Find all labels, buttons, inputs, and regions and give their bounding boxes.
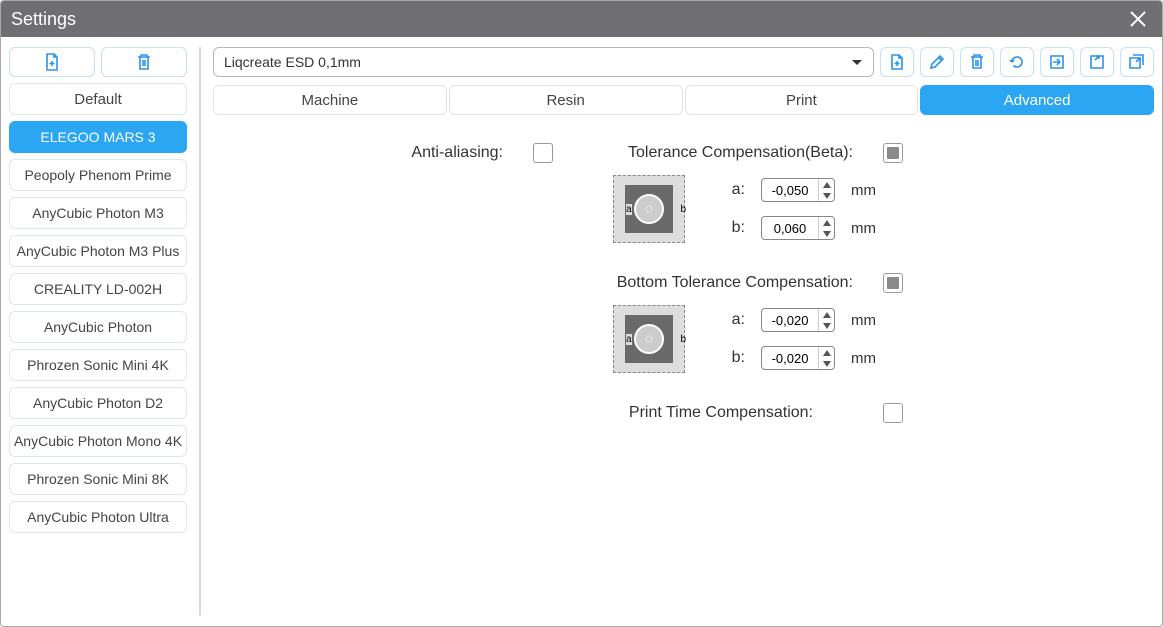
delete-machine-button[interactable] (101, 47, 187, 77)
machine-item[interactable]: AnyCubic Photon M3 Plus (9, 235, 187, 267)
trash-icon (136, 53, 152, 71)
export-all-icon (1128, 54, 1146, 70)
export-all-button[interactable] (1120, 47, 1154, 77)
machine-item[interactable]: AnyCubic Photon Ultra (9, 501, 187, 533)
export-icon (1089, 54, 1105, 70)
bottom-tolerance-label: Bottom Tolerance Compensation: (593, 274, 853, 292)
print-time-checkbox[interactable] (883, 403, 903, 423)
unit-label: mm (851, 182, 876, 199)
tol-a-label: a: (705, 181, 745, 199)
tol-a-input[interactable] (761, 178, 835, 202)
print-time-section: Print Time Compensation: (593, 403, 1144, 423)
titlebar: Settings (1, 1, 1162, 37)
export-button[interactable] (1080, 47, 1114, 77)
default-profile-button[interactable]: Default (9, 83, 187, 115)
spin-down[interactable] (819, 228, 834, 239)
pencil-icon (929, 54, 945, 70)
machine-item[interactable]: Peopoly Phenom Prime (9, 159, 187, 191)
tolerance-label: Tolerance Compensation(Beta): (593, 144, 853, 162)
tab-resin[interactable]: Resin (449, 85, 683, 115)
trash-icon (970, 54, 984, 70)
spin-up[interactable] (819, 347, 834, 358)
anti-aliasing-checkbox[interactable] (533, 143, 553, 163)
machine-item[interactable]: AnyCubic Photon D2 (9, 387, 187, 419)
toolbar: Liqcreate ESD 0,1mm (213, 47, 1154, 77)
btol-a-input[interactable] (761, 308, 835, 332)
spin-up[interactable] (819, 179, 834, 190)
import-icon (1049, 54, 1065, 70)
refresh-button[interactable] (1000, 47, 1034, 77)
spin-up[interactable] (819, 217, 834, 228)
bottom-tolerance-section: Bottom Tolerance Compensation: ab a: (593, 273, 1144, 373)
machine-item[interactable]: CREALITY LD-002H (9, 273, 187, 305)
anti-aliasing-label: Anti-aliasing: (223, 144, 533, 162)
machine-item[interactable]: AnyCubic Photon M3 (9, 197, 187, 229)
btol-a-label: a: (705, 311, 745, 329)
tab-advanced[interactable]: Advanced (920, 85, 1154, 115)
content: Anti-aliasing: Tolerance Compensation(Be… (213, 123, 1154, 616)
sidebar: Default ELEGOO MARS 3 Peopoly Phenom Prim… (9, 47, 187, 616)
add-machine-button[interactable] (9, 47, 95, 77)
new-profile-button[interactable] (880, 47, 914, 77)
machine-item[interactable]: ELEGOO MARS 3 (9, 121, 187, 153)
tolerance-checkbox[interactable] (883, 143, 903, 163)
spin-down[interactable] (819, 190, 834, 201)
tabs: MachineResinPrintAdvanced (213, 85, 1154, 115)
window-title: Settings (11, 9, 1124, 30)
bottom-tolerance-diagram: ab (613, 305, 685, 373)
chevron-down-icon (851, 54, 863, 70)
tab-print[interactable]: Print (685, 85, 919, 115)
machine-item[interactable]: AnyCubic Photon (9, 311, 187, 343)
close-icon (1129, 10, 1147, 28)
tab-machine[interactable]: Machine (213, 85, 447, 115)
close-button[interactable] (1124, 5, 1152, 33)
spin-down[interactable] (819, 358, 834, 369)
tolerance-diagram: ab (613, 175, 685, 243)
machine-item[interactable]: Phrozen Sonic Mini 8K (9, 463, 187, 495)
print-time-label: Print Time Compensation: (593, 404, 813, 422)
edit-profile-button[interactable] (920, 47, 954, 77)
machine-item[interactable]: Phrozen Sonic Mini 4K (9, 349, 187, 381)
spin-up[interactable] (819, 309, 834, 320)
machine-item[interactable]: AnyCubic Photon Mono 4K (9, 425, 187, 457)
settings-window: Settings Default ELEGOO MARS 3 Peopoly Ph… (0, 0, 1163, 627)
machine-list: ELEGOO MARS 3 Peopoly Phenom Prime AnyCubi… (9, 121, 187, 533)
btol-b-label: b: (705, 349, 745, 367)
btol-b-input[interactable] (761, 346, 835, 370)
unit-label: mm (851, 220, 876, 237)
delete-profile-button[interactable] (960, 47, 994, 77)
import-button[interactable] (1040, 47, 1074, 77)
tolerance-section: Tolerance Compensation(Beta): ab a: (593, 143, 1144, 243)
divider (199, 47, 201, 616)
refresh-icon (1009, 54, 1025, 70)
main-panel: Liqcreate ESD 0,1mm MachineResinPrintAdv… (213, 47, 1154, 616)
unit-label: mm (851, 350, 876, 367)
tol-b-input[interactable] (761, 216, 835, 240)
profile-select-label: Liqcreate ESD 0,1mm (224, 54, 361, 70)
unit-label: mm (851, 312, 876, 329)
profile-select[interactable]: Liqcreate ESD 0,1mm (213, 47, 874, 77)
spin-down[interactable] (819, 320, 834, 331)
tol-b-label: b: (705, 219, 745, 237)
file-plus-icon (44, 53, 60, 71)
file-plus-icon (890, 54, 904, 70)
bottom-tolerance-checkbox[interactable] (883, 273, 903, 293)
